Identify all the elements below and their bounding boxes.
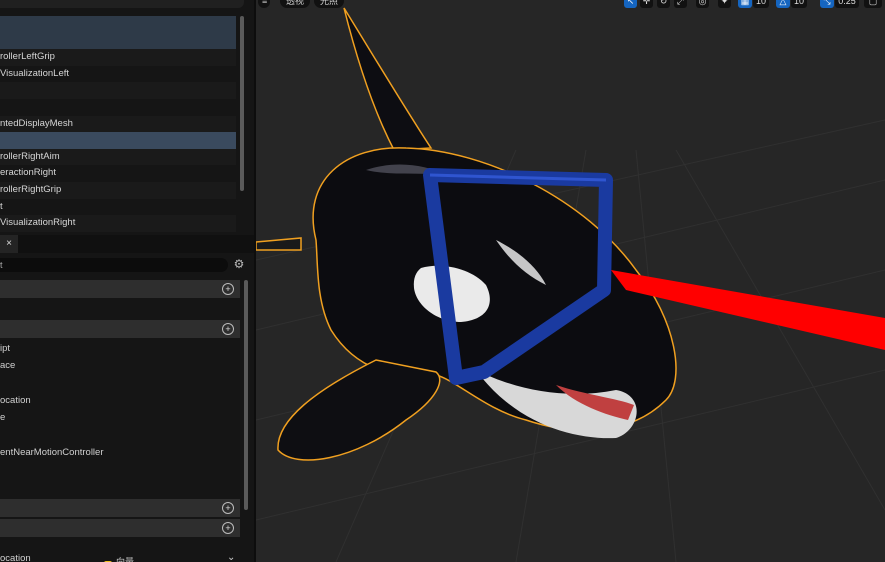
outliner-row[interactable]: rollerRightAim [0,148,236,166]
add-icon[interactable]: + [222,502,234,514]
scale-snap-value[interactable]: 0.25 [835,0,859,8]
orca-model [256,7,677,461]
outliner-row[interactable]: rollerRightGrip [0,181,236,199]
type-badge: 向量 [104,555,134,562]
outliner-row[interactable]: ntedDisplayMesh [0,115,236,133]
viewport[interactable]: ≡ 透视 光照 ↖ ✛ ↻ ⤢ ◎ ✦ ▦ 10 △ 10 ⤡ 0.25 ▢ [256,0,885,562]
outliner-row[interactable]: t [0,198,236,216]
details-item: ocation [0,395,31,406]
outliner-row[interactable] [0,16,236,33]
outliner-row-selected[interactable] [0,132,236,149]
details-scrollbar[interactable] [244,280,248,510]
perspective-button[interactable]: 透视 [280,0,311,8]
outliner-list: rollerLeftGrip VisualizationLeft ntedDis… [0,16,236,232]
select-tool-icon[interactable]: ↖ [624,0,637,8]
grid-snap-icon[interactable]: ▦ [738,0,752,8]
rotation-snap-icon[interactable]: △ [776,0,790,8]
details-tab-bar: × [0,235,254,253]
outliner-row[interactable] [0,32,236,50]
translate-tool-icon[interactable]: ✛ [640,0,653,8]
details-category[interactable]: + [0,280,240,298]
details-category[interactable]: + [0,320,240,338]
details-search-input[interactable]: t [0,258,228,272]
outliner-row[interactable]: VisualizationRight [0,215,236,232]
outliner-row[interactable]: eractionRight [0,165,236,182]
scale-tool-icon[interactable]: ⤢ [674,0,687,8]
details-item: entNearMotionController [0,447,104,458]
outliner-row[interactable]: rollerLeftGrip [0,49,236,66]
outliner-scrollbar[interactable] [240,16,244,191]
outliner-row[interactable]: VisualizationLeft [0,65,236,83]
left-panel: rollerLeftGrip VisualizationLeft ntedDis… [0,0,256,562]
lit-mode-button[interactable]: 光照 [314,0,345,8]
scale-snap-icon[interactable]: ⤡ [820,0,834,8]
add-icon[interactable]: + [222,522,234,534]
details-item: ace [0,360,16,371]
surface-snap-icon[interactable]: ✦ [718,0,731,8]
details-category[interactable]: + [0,519,240,537]
rotation-snap-value[interactable]: 10 [791,0,807,8]
outliner-row[interactable] [0,98,236,116]
bottom-property-label: ocation [0,553,31,562]
details-item: e [0,412,6,423]
outliner-search-bar[interactable] [0,0,244,8]
details-item: ipt [0,343,11,354]
camera-speed-icon[interactable]: ▢ [864,0,882,8]
gear-icon[interactable]: ⚙ [232,257,246,271]
outliner-row[interactable] [0,82,236,99]
add-icon[interactable]: + [222,323,234,335]
rotate-tool-icon[interactable]: ↻ [657,0,670,8]
chevron-down-icon[interactable]: ⌄ [227,552,235,562]
viewport-scene [256,7,885,562]
add-icon[interactable]: + [222,283,234,295]
details-category[interactable]: + [0,499,240,517]
details-tab-close[interactable]: × [0,235,18,253]
world-space-icon[interactable]: ◎ [696,0,709,8]
grid-snap-value[interactable]: 10 [753,0,769,8]
